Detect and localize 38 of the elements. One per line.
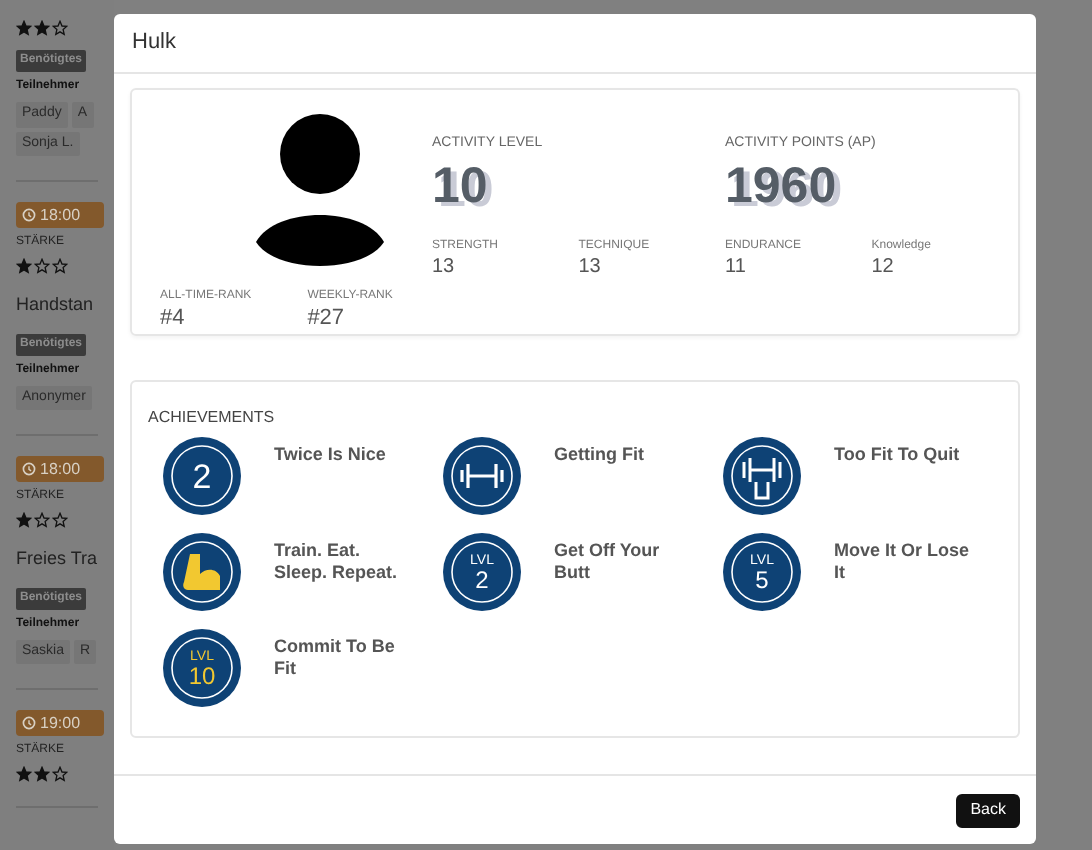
rank-value: #4: [160, 306, 187, 334]
badge-text: 10: [188, 663, 216, 687]
stat-value: 13: [432, 255, 457, 280]
stat-value: 12: [871, 255, 896, 280]
dumbbell-badge-icon: [722, 436, 802, 516]
badge-text: 2: [192, 459, 212, 493]
achievement-name: Twice Is Nice: [274, 444, 388, 466]
clock-icon: [22, 462, 36, 476]
stat-big-value: 1960: [725, 161, 837, 211]
rank-value: #27: [307, 306, 347, 334]
time-badge: 18:00: [16, 202, 104, 228]
achievement-name: Train. Eat. Sleep. Repeat.: [274, 540, 400, 584]
stat-value: 11: [725, 255, 748, 280]
clock-icon: [22, 716, 36, 730]
dumbbell-badge-icon: [442, 436, 522, 516]
badge-icon: [722, 532, 802, 612]
session-title: Freies Tra: [16, 546, 98, 572]
flexed-arm-badge-icon: [162, 532, 242, 612]
achievement-name: Move It Or Lose It: [834, 540, 972, 584]
back-button[interactable]: Back: [956, 793, 1020, 827]
clock-icon: [22, 208, 36, 222]
achievement-name: Commit To Be Fit: [274, 636, 397, 680]
badge-text: 2: [475, 567, 489, 591]
achievement-name: Too Fit To Quit: [834, 444, 962, 466]
stat-big-value: 10: [432, 161, 488, 211]
time-badge: 18:00: [16, 456, 104, 482]
badge-text: 5: [755, 567, 769, 591]
achievement-name: Get Off Your Butt: [554, 540, 662, 584]
time-badge: 19:00: [16, 710, 104, 736]
section-title: ACHIEVEMENTS: [148, 406, 277, 430]
session-title: Handstan: [16, 292, 96, 318]
badge-icon: [442, 532, 522, 612]
stat-value: 13: [578, 255, 603, 280]
badge-icon: [162, 436, 242, 516]
achievement-name: Getting Fit: [554, 444, 646, 466]
dialog-title: Hulk: [132, 28, 177, 59]
badge-icon: [162, 628, 242, 708]
avatar-silhouette-icon: [256, 114, 384, 270]
